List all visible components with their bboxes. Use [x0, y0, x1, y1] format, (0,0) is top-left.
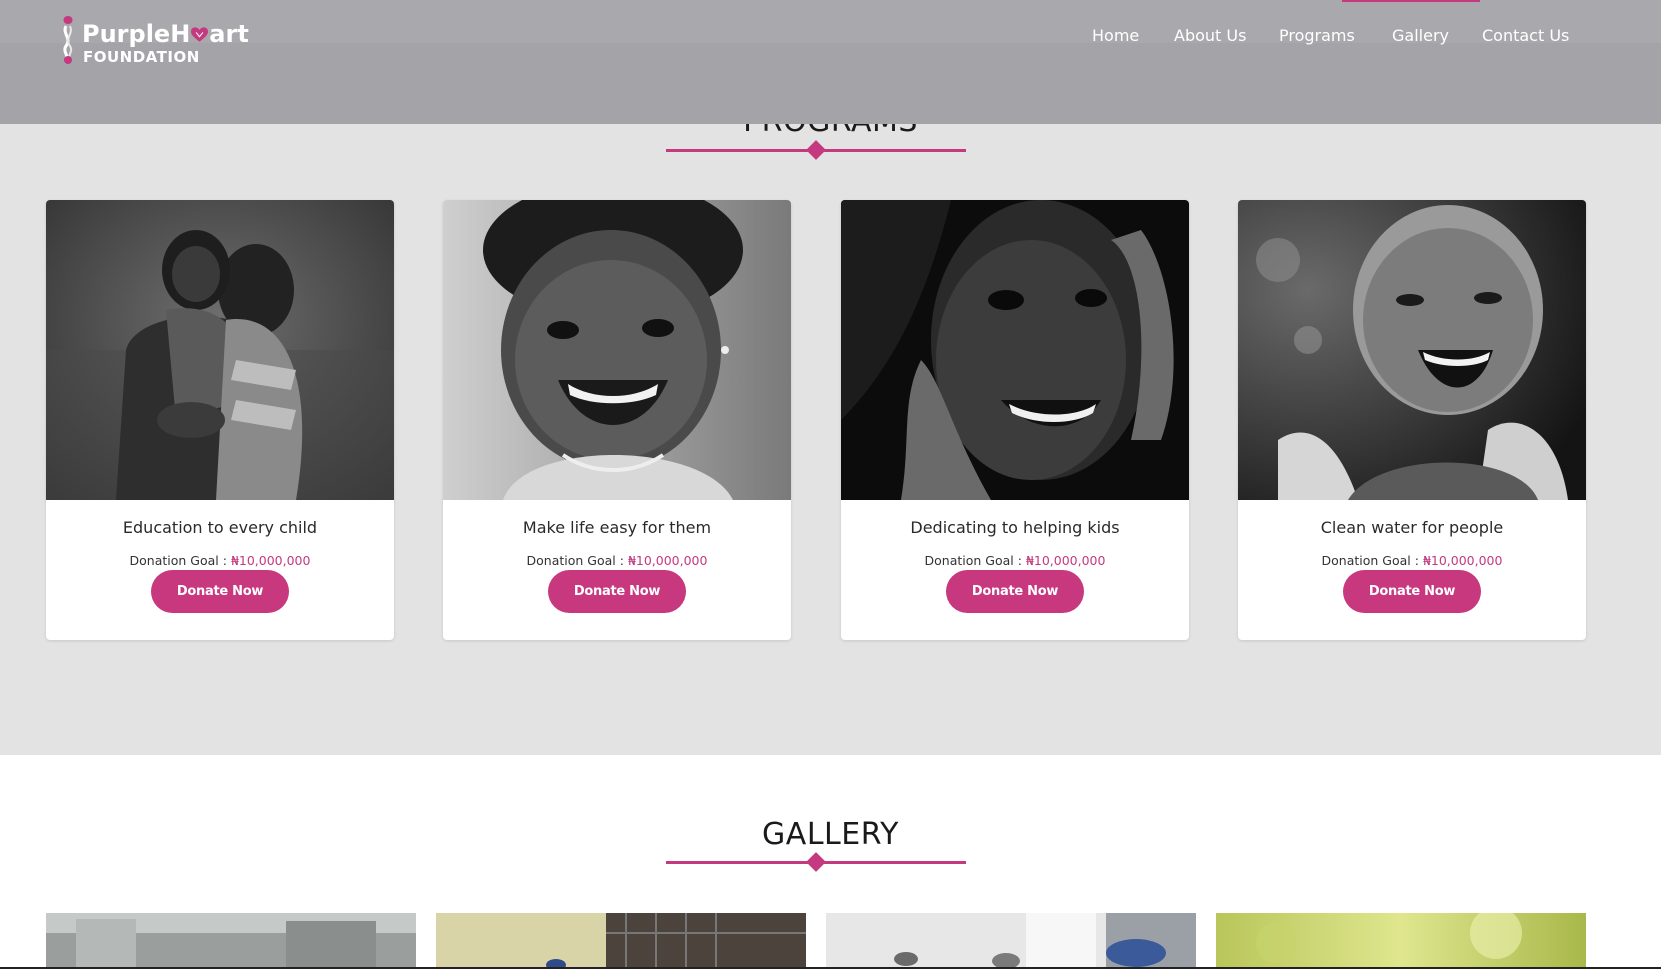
program-photo [46, 200, 394, 500]
diamond-icon [806, 852, 826, 872]
donate-now-button[interactable]: Donate Now [946, 570, 1084, 613]
site-logo[interactable]: PurpleH art FOUNDATION [60, 12, 260, 66]
program-card: Make life easy for them Donation Goal : … [443, 200, 791, 640]
gallery-title: GALLERY [762, 817, 899, 852]
gallery-photo-4[interactable] [1216, 913, 1586, 969]
program-card: Education to every child Donation Goal :… [46, 200, 394, 640]
donation-goal: Donation Goal : ₦10,000,000 [443, 553, 791, 568]
nav-about-us[interactable]: About Us [1174, 26, 1246, 45]
donation-goal-label: Donation Goal : [129, 553, 231, 568]
diamond-icon [806, 140, 826, 160]
laughing-child-water-photo [1238, 200, 1586, 500]
site-header: PurpleH art FOUNDATION Home About Us Prog… [0, 0, 1661, 124]
logo-wordmark: PurpleH art [82, 20, 249, 48]
nav-gallery[interactable]: Gallery [1392, 26, 1449, 45]
two-girls-hugging-photo [46, 200, 394, 500]
gallery-photo-3[interactable] [826, 913, 1196, 969]
program-title: Make life easy for them [522, 518, 712, 537]
program-photo [443, 200, 791, 500]
donate-now-button[interactable]: Donate Now [548, 570, 686, 613]
donate-now-button[interactable]: Donate Now [1343, 570, 1481, 613]
smiling-toddler-photo [443, 200, 791, 500]
header-accent-tab [1342, 0, 1480, 2]
donation-goal-amount: ₦10,000,000 [1025, 553, 1106, 568]
donation-goal-amount: ₦10,000,000 [627, 553, 708, 568]
gallery-title-divider [666, 852, 966, 872]
donation-goal: Donation Goal : ₦10,000,000 [841, 553, 1189, 568]
donation-goal-amount: ₦10,000,000 [230, 553, 311, 568]
gallery-image [46, 913, 416, 969]
donate-now-button[interactable]: Donate Now [151, 570, 289, 613]
donation-goal-label: Donation Goal : [1321, 553, 1423, 568]
logo-subtitle: FOUNDATION [83, 48, 200, 66]
girl-hands-on-face-photo [841, 200, 1189, 500]
donation-goal-label: Donation Goal : [924, 553, 1026, 568]
program-title: Education to every child [122, 518, 318, 537]
donation-goal: Donation Goal : ₦10,000,000 [1238, 553, 1586, 568]
program-card: Dedicating to helping kids Donation Goal… [841, 200, 1189, 640]
gallery-photo-1[interactable] [46, 913, 416, 969]
programs-section: PROGRAMS Education to [0, 104, 1661, 755]
programs-title-divider [666, 140, 966, 160]
program-title: Clean water for people [1320, 518, 1504, 537]
nav-contact-us[interactable]: Contact Us [1482, 26, 1569, 45]
gallery-image [436, 913, 806, 969]
ribbon-logo-icon [63, 16, 73, 64]
program-card: Clean water for people Donation Goal : ₦… [1238, 200, 1586, 640]
donation-goal-label: Donation Goal : [526, 553, 628, 568]
nav-programs[interactable]: Programs [1279, 26, 1355, 45]
program-title: Dedicating to helping kids [910, 518, 1120, 537]
gallery-image [1216, 913, 1586, 969]
heart-icon [191, 27, 209, 42]
donation-goal: Donation Goal : ₦10,000,000 [46, 553, 394, 568]
gallery-image [826, 913, 1196, 969]
program-photo [841, 200, 1189, 500]
gallery-photo-2[interactable] [436, 913, 806, 969]
nav-home[interactable]: Home [1092, 26, 1139, 45]
program-photo [1238, 200, 1586, 500]
gallery-section: GALLERY [0, 755, 1661, 969]
donation-goal-amount: ₦10,000,000 [1422, 553, 1503, 568]
